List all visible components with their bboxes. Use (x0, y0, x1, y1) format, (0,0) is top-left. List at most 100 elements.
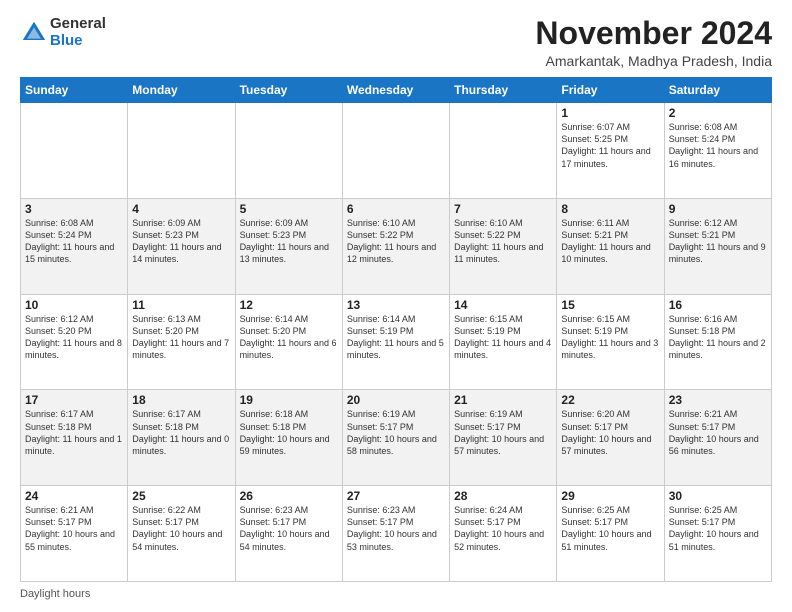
day-info: Sunrise: 6:13 AM Sunset: 5:20 PM Dayligh… (132, 313, 230, 362)
calendar-header-thursday: Thursday (450, 78, 557, 103)
day-info: Sunrise: 6:12 AM Sunset: 5:21 PM Dayligh… (669, 217, 767, 266)
calendar-cell (235, 103, 342, 199)
calendar-cell: 7Sunrise: 6:10 AM Sunset: 5:22 PM Daylig… (450, 198, 557, 294)
month-title: November 2024 (535, 16, 772, 51)
calendar-header-wednesday: Wednesday (342, 78, 449, 103)
calendar-cell: 5Sunrise: 6:09 AM Sunset: 5:23 PM Daylig… (235, 198, 342, 294)
day-number: 3 (25, 202, 123, 216)
day-number: 17 (25, 393, 123, 407)
calendar-cell: 23Sunrise: 6:21 AM Sunset: 5:17 PM Dayli… (664, 390, 771, 486)
day-number: 12 (240, 298, 338, 312)
day-info: Sunrise: 6:21 AM Sunset: 5:17 PM Dayligh… (669, 408, 767, 457)
day-info: Sunrise: 6:07 AM Sunset: 5:25 PM Dayligh… (561, 121, 659, 170)
calendar-cell: 28Sunrise: 6:24 AM Sunset: 5:17 PM Dayli… (450, 486, 557, 582)
day-number: 5 (240, 202, 338, 216)
calendar-cell: 12Sunrise: 6:14 AM Sunset: 5:20 PM Dayli… (235, 294, 342, 390)
calendar-cell: 15Sunrise: 6:15 AM Sunset: 5:19 PM Dayli… (557, 294, 664, 390)
calendar-cell: 17Sunrise: 6:17 AM Sunset: 5:18 PM Dayli… (21, 390, 128, 486)
calendar-header-row: SundayMondayTuesdayWednesdayThursdayFrid… (21, 78, 772, 103)
day-number: 7 (454, 202, 552, 216)
day-info: Sunrise: 6:15 AM Sunset: 5:19 PM Dayligh… (454, 313, 552, 362)
calendar-cell: 19Sunrise: 6:18 AM Sunset: 5:18 PM Dayli… (235, 390, 342, 486)
calendar-cell: 10Sunrise: 6:12 AM Sunset: 5:20 PM Dayli… (21, 294, 128, 390)
calendar-table: SundayMondayTuesdayWednesdayThursdayFrid… (20, 77, 772, 582)
day-number: 26 (240, 489, 338, 503)
day-number: 25 (132, 489, 230, 503)
day-number: 18 (132, 393, 230, 407)
calendar-cell: 21Sunrise: 6:19 AM Sunset: 5:17 PM Dayli… (450, 390, 557, 486)
day-number: 9 (669, 202, 767, 216)
day-number: 29 (561, 489, 659, 503)
title-block: November 2024 Amarkantak, Madhya Pradesh… (535, 16, 772, 69)
day-info: Sunrise: 6:24 AM Sunset: 5:17 PM Dayligh… (454, 504, 552, 553)
calendar-cell: 6Sunrise: 6:10 AM Sunset: 5:22 PM Daylig… (342, 198, 449, 294)
calendar-cell (128, 103, 235, 199)
calendar-cell (342, 103, 449, 199)
location-title: Amarkantak, Madhya Pradesh, India (535, 53, 772, 69)
day-info: Sunrise: 6:23 AM Sunset: 5:17 PM Dayligh… (240, 504, 338, 553)
daylight-label: Daylight hours (20, 588, 90, 600)
day-number: 30 (669, 489, 767, 503)
calendar-cell: 16Sunrise: 6:16 AM Sunset: 5:18 PM Dayli… (664, 294, 771, 390)
calendar-cell: 3Sunrise: 6:08 AM Sunset: 5:24 PM Daylig… (21, 198, 128, 294)
logo-text: General Blue (50, 16, 106, 49)
calendar-cell: 29Sunrise: 6:25 AM Sunset: 5:17 PM Dayli… (557, 486, 664, 582)
calendar-week-row: 24Sunrise: 6:21 AM Sunset: 5:17 PM Dayli… (21, 486, 772, 582)
calendar-cell: 18Sunrise: 6:17 AM Sunset: 5:18 PM Dayli… (128, 390, 235, 486)
day-number: 6 (347, 202, 445, 216)
calendar-cell: 11Sunrise: 6:13 AM Sunset: 5:20 PM Dayli… (128, 294, 235, 390)
day-info: Sunrise: 6:10 AM Sunset: 5:22 PM Dayligh… (454, 217, 552, 266)
day-number: 23 (669, 393, 767, 407)
calendar-cell: 1Sunrise: 6:07 AM Sunset: 5:25 PM Daylig… (557, 103, 664, 199)
day-info: Sunrise: 6:15 AM Sunset: 5:19 PM Dayligh… (561, 313, 659, 362)
day-info: Sunrise: 6:21 AM Sunset: 5:17 PM Dayligh… (25, 504, 123, 553)
day-info: Sunrise: 6:22 AM Sunset: 5:17 PM Dayligh… (132, 504, 230, 553)
day-number: 15 (561, 298, 659, 312)
calendar-week-row: 10Sunrise: 6:12 AM Sunset: 5:20 PM Dayli… (21, 294, 772, 390)
day-number: 22 (561, 393, 659, 407)
page: General Blue November 2024 Amarkantak, M… (0, 0, 792, 612)
logo-general-text: General (50, 16, 106, 33)
day-number: 28 (454, 489, 552, 503)
day-number: 20 (347, 393, 445, 407)
day-info: Sunrise: 6:16 AM Sunset: 5:18 PM Dayligh… (669, 313, 767, 362)
calendar-header-saturday: Saturday (664, 78, 771, 103)
day-info: Sunrise: 6:17 AM Sunset: 5:18 PM Dayligh… (25, 408, 123, 457)
calendar-cell: 30Sunrise: 6:25 AM Sunset: 5:17 PM Dayli… (664, 486, 771, 582)
day-number: 14 (454, 298, 552, 312)
calendar-cell (450, 103, 557, 199)
day-number: 2 (669, 106, 767, 120)
day-info: Sunrise: 6:12 AM Sunset: 5:20 PM Dayligh… (25, 313, 123, 362)
day-number: 27 (347, 489, 445, 503)
day-number: 21 (454, 393, 552, 407)
calendar-cell: 14Sunrise: 6:15 AM Sunset: 5:19 PM Dayli… (450, 294, 557, 390)
calendar-cell: 22Sunrise: 6:20 AM Sunset: 5:17 PM Dayli… (557, 390, 664, 486)
day-number: 16 (669, 298, 767, 312)
day-number: 1 (561, 106, 659, 120)
day-number: 4 (132, 202, 230, 216)
day-info: Sunrise: 6:17 AM Sunset: 5:18 PM Dayligh… (132, 408, 230, 457)
day-number: 13 (347, 298, 445, 312)
calendar-header-sunday: Sunday (21, 78, 128, 103)
calendar-cell: 4Sunrise: 6:09 AM Sunset: 5:23 PM Daylig… (128, 198, 235, 294)
header: General Blue November 2024 Amarkantak, M… (20, 16, 772, 69)
day-number: 24 (25, 489, 123, 503)
calendar-week-row: 17Sunrise: 6:17 AM Sunset: 5:18 PM Dayli… (21, 390, 772, 486)
day-info: Sunrise: 6:25 AM Sunset: 5:17 PM Dayligh… (669, 504, 767, 553)
calendar-cell: 25Sunrise: 6:22 AM Sunset: 5:17 PM Dayli… (128, 486, 235, 582)
footer: Daylight hours (20, 588, 772, 600)
calendar-cell: 13Sunrise: 6:14 AM Sunset: 5:19 PM Dayli… (342, 294, 449, 390)
day-number: 19 (240, 393, 338, 407)
calendar-cell: 20Sunrise: 6:19 AM Sunset: 5:17 PM Dayli… (342, 390, 449, 486)
calendar-week-row: 1Sunrise: 6:07 AM Sunset: 5:25 PM Daylig… (21, 103, 772, 199)
calendar-header-tuesday: Tuesday (235, 78, 342, 103)
day-info: Sunrise: 6:08 AM Sunset: 5:24 PM Dayligh… (25, 217, 123, 266)
day-number: 11 (132, 298, 230, 312)
day-info: Sunrise: 6:23 AM Sunset: 5:17 PM Dayligh… (347, 504, 445, 553)
calendar-cell (21, 103, 128, 199)
calendar-cell: 2Sunrise: 6:08 AM Sunset: 5:24 PM Daylig… (664, 103, 771, 199)
day-info: Sunrise: 6:20 AM Sunset: 5:17 PM Dayligh… (561, 408, 659, 457)
day-info: Sunrise: 6:09 AM Sunset: 5:23 PM Dayligh… (132, 217, 230, 266)
calendar-header-friday: Friday (557, 78, 664, 103)
day-info: Sunrise: 6:19 AM Sunset: 5:17 PM Dayligh… (347, 408, 445, 457)
